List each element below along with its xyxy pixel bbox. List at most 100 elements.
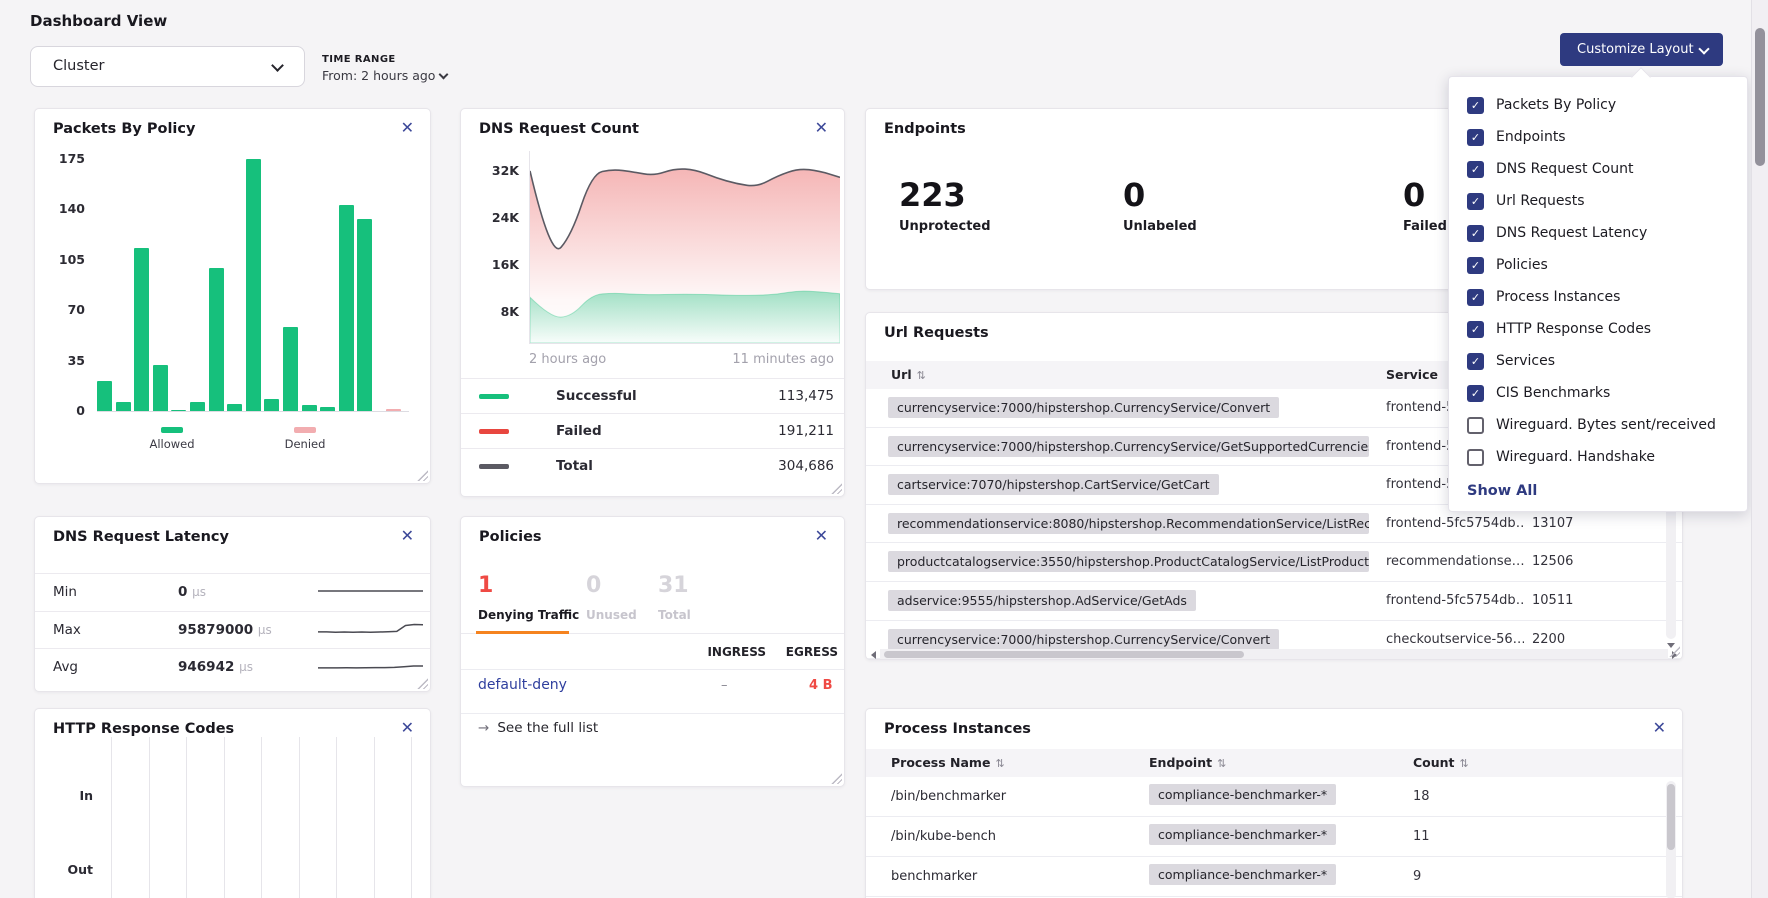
customize-layout-button[interactable]: Customize Layout [1560,33,1723,66]
resize-handle-icon[interactable] [417,470,428,481]
sort-icon[interactable]: ⇅ [917,369,926,382]
checkbox-checked[interactable]: ✓ [1467,321,1484,338]
close-icon[interactable]: ✕ [401,120,414,136]
sort-icon[interactable]: ⇅ [1460,757,1469,770]
checkbox-checked[interactable]: ✓ [1467,97,1484,114]
scroll-left-icon[interactable] [871,651,876,659]
horizontal-scrollbar[interactable] [880,649,1668,659]
column-header-endpoint[interactable]: Endpoint⇅ [1149,755,1226,770]
close-icon[interactable]: ✕ [815,528,828,544]
show-all-link[interactable]: Show All [1467,483,1747,499]
allowed-bar [153,365,168,411]
time-range-value[interactable]: From: 2 hours ago [322,68,447,83]
endpoint-cell[interactable]: compliance-benchmarker-* [1149,864,1336,885]
menu-item-cis-benchmarks[interactable]: ✓CIS Benchmarks [1449,377,1747,409]
close-icon[interactable]: ✕ [1653,720,1666,736]
menu-item-http-response-codes[interactable]: ✓HTTP Response Codes [1449,313,1747,345]
column-header-egress: EGRESS [743,645,838,659]
y-tick-label: 105 [35,252,85,267]
allowed-bar [357,219,372,411]
menu-item-wireguard-bytes-sent-received[interactable]: Wireguard. Bytes sent/received [1449,409,1747,441]
endpoint-cell[interactable]: compliance-benchmarker-* [1149,784,1336,805]
scrollbar-thumb[interactable] [884,651,1244,658]
bar-chart [97,159,409,412]
close-icon[interactable]: ✕ [815,120,828,136]
allowed-bar [264,399,279,411]
ingress-value: – [721,678,728,693]
egress-value: 4 B [809,678,832,693]
menu-item-dns-request-latency[interactable]: ✓DNS Request Latency [1449,217,1747,249]
sort-icon[interactable]: ⇅ [1217,757,1226,770]
denied-bar [386,409,401,411]
allowed-bar [302,405,317,411]
y-label-out: Out [65,862,93,877]
menu-item-url-requests[interactable]: ✓Url Requests [1449,185,1747,217]
vertical-scrollbar[interactable] [1666,781,1676,898]
column-header-process-name[interactable]: Process Name⇅ [891,755,1005,770]
allowed-bar [190,402,205,411]
url-cell[interactable]: currencyservice:7000/hipstershop.Currenc… [888,629,1279,650]
see-full-list-link[interactable]: →See the full list [478,720,598,736]
latency-row-min: Min0 µs [35,573,430,612]
legend-value: 113,475 [778,388,834,404]
legend-swatch-allowed [161,427,183,433]
close-icon[interactable]: ✕ [401,720,414,736]
tab-value: 0 [586,575,637,597]
latency-unit: µs [258,623,272,637]
resize-handle-icon[interactable] [831,773,842,784]
menu-item-label: Endpoints [1496,129,1566,145]
menu-item-endpoints[interactable]: ✓ Endpoints [1449,121,1747,153]
menu-item-label: Wireguard. Bytes sent/received [1496,417,1716,433]
count-cell: 11 [1413,829,1430,844]
column-header-count[interactable]: Count⇅ [1413,755,1469,770]
checkbox-checked[interactable]: ✓ [1467,193,1484,210]
menu-item-policies[interactable]: ✓Policies [1449,249,1747,281]
sort-icon[interactable]: ⇅ [995,757,1004,770]
checkbox-unchecked[interactable] [1467,417,1484,434]
page-title: Dashboard View [30,12,167,30]
legend-swatch-denied [294,427,316,433]
resize-handle-icon[interactable] [831,483,842,494]
url-cell[interactable]: recommendationservice:8080/hipstershop.R… [888,513,1369,534]
checkbox-checked[interactable]: ✓ [1467,385,1484,402]
endpoint-cell[interactable]: compliance-benchmarker-* [1149,824,1336,845]
tab-denying-traffic[interactable]: 1Denying Traffic [478,575,579,622]
column-header-service[interactable]: Service [1386,367,1438,382]
scrollbar-thumb[interactable] [1755,28,1765,166]
legend-value: 304,686 [778,458,834,474]
checkbox-checked[interactable]: ✓ [1467,257,1484,274]
checkbox-checked[interactable]: ✓ [1467,225,1484,242]
menu-item-packets-by-policy[interactable]: ✓Packets By Policy [1449,89,1747,121]
close-icon[interactable]: ✕ [401,528,414,544]
column-header-url[interactable]: Url⇅ [891,367,926,382]
checkbox-checked[interactable]: ✓ [1467,289,1484,306]
stat-failed: 0 Failed [1403,179,1447,234]
latency-unit: µs [239,660,253,674]
menu-item-process-instances[interactable]: ✓Process Instances [1449,281,1747,313]
url-cell[interactable]: currencyservice:7000/hipstershop.Currenc… [888,436,1369,457]
policy-link[interactable]: default-deny [478,677,567,693]
url-cell[interactable]: currencyservice:7000/hipstershop.Currenc… [888,397,1279,418]
checkbox-checked[interactable]: ✓ [1467,353,1484,370]
url-cell[interactable]: adservice:9555/hipstershop.AdService/Get… [888,590,1196,611]
gridline [111,737,112,898]
checkbox-unchecked[interactable] [1467,449,1484,466]
y-tick-label: 175 [35,151,85,166]
url-cell[interactable]: cartservice:7070/hipstershop.CartService… [888,474,1219,495]
checkbox-checked[interactable]: ✓ [1467,129,1484,146]
scrollbar-thumb[interactable] [1667,784,1675,850]
stat-unlabeled: 0 Unlabeled [1123,179,1197,234]
view-selector[interactable]: Cluster [30,46,305,87]
checkbox-checked[interactable]: ✓ [1467,161,1484,178]
chevron-down-icon [439,70,449,80]
y-tick-label: 16K [461,257,519,272]
allowed-bar [209,268,224,411]
menu-item-dns-request-count[interactable]: ✓DNS Request Count [1449,153,1747,185]
tab-unused[interactable]: 0Unused [586,575,637,622]
menu-item-wireguard-handshake[interactable]: Wireguard. Handshake [1449,441,1747,473]
menu-item-services[interactable]: ✓Services [1449,345,1747,377]
scroll-down-icon[interactable] [1667,643,1675,648]
page-scrollbar[interactable] [1751,0,1768,898]
url-cell[interactable]: productcatalogservice:3550/hipstershop.P… [888,551,1369,572]
tab-total[interactable]: 31Total [658,575,691,622]
